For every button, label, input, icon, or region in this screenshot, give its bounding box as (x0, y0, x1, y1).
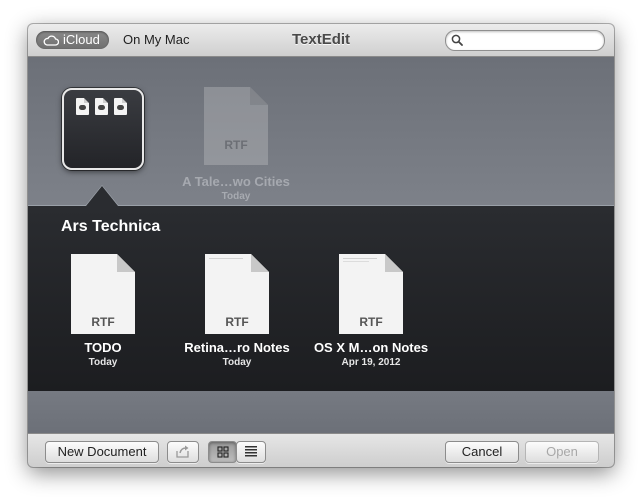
document-date: Apr 19, 2012 (341, 357, 401, 368)
document-icon[interactable]: RTF (204, 87, 268, 165)
mini-document-icon (76, 98, 89, 115)
share-button[interactable] (167, 441, 199, 463)
document-icon[interactable]: RTF (71, 254, 135, 334)
document-icon[interactable]: RTF (339, 254, 403, 334)
search-icon (451, 34, 463, 46)
bottom-bar: New Document Cancel Open (28, 433, 614, 467)
folder-panel: Ars Technica RTF TODO Today RTF Retina…r… (28, 205, 614, 392)
new-document-button[interactable]: New Document (45, 441, 159, 463)
grid-icon (216, 446, 229, 458)
folder-name[interactable]: Ars Technica (61, 218, 160, 236)
open-button[interactable]: Open (525, 441, 599, 463)
document-browser: RTF A Tale…wo Cities Today (28, 57, 614, 205)
share-icon (176, 445, 189, 458)
mini-document-icon (95, 98, 108, 115)
textedit-open-dialog: iCloud On My Mac TextEdit RTF A Tale…wo … (28, 24, 614, 467)
search-field[interactable] (445, 30, 605, 51)
file-type-label: RTF (224, 138, 247, 152)
file-type-label: RTF (359, 315, 383, 329)
list-icon (245, 446, 257, 457)
search-input[interactable] (466, 32, 602, 50)
cancel-button[interactable]: Cancel (445, 441, 519, 463)
toolbar: iCloud On My Mac TextEdit (28, 24, 614, 57)
file-type-label: RTF (225, 315, 249, 329)
document-date: Today (221, 191, 251, 202)
icon-view-button[interactable] (208, 441, 237, 463)
document-name: A Tale…wo Cities (182, 174, 290, 189)
document-icon[interactable]: RTF (205, 254, 269, 334)
list-view-button[interactable] (236, 441, 266, 463)
folder-pointer (86, 186, 118, 206)
file-type-label: RTF (91, 315, 115, 329)
folder-ars-technica[interactable] (62, 88, 144, 170)
document-browser-lower (28, 391, 614, 433)
document-name[interactable]: OS X M…on Notes (291, 340, 451, 355)
mini-document-icon (114, 98, 127, 115)
